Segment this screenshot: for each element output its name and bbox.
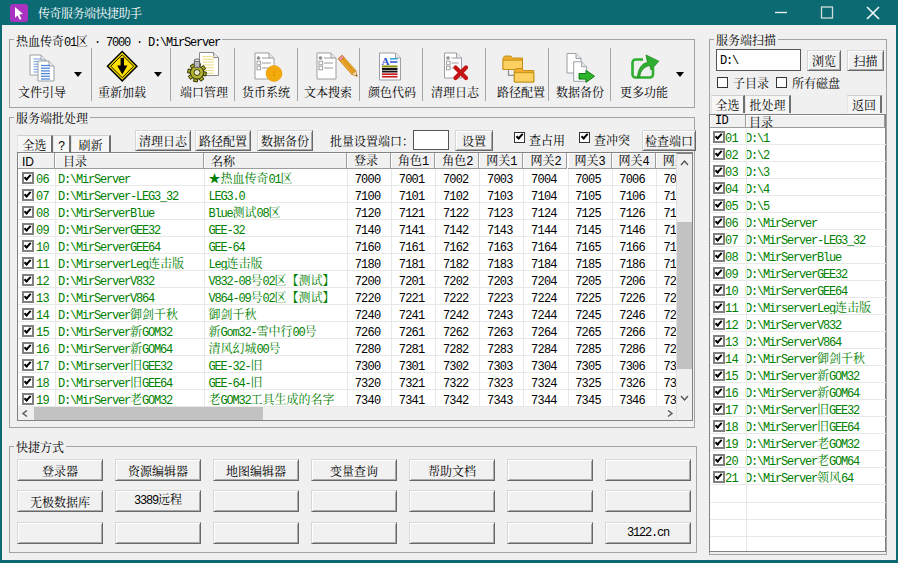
svg-text:A: A: [382, 55, 390, 67]
